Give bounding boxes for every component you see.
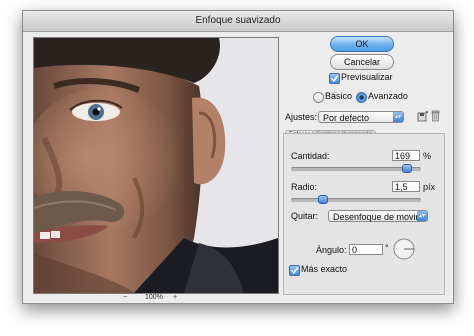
amount-unit: % xyxy=(423,151,432,161)
zoom-bar: − 100% + xyxy=(33,294,277,303)
chevron-updown-icon: ▴▾ xyxy=(393,112,403,122)
remove-value: Desenfoque de movim. xyxy=(333,212,426,222)
preview-checkbox[interactable] xyxy=(329,73,340,84)
preview-label: Previsualizar xyxy=(341,72,393,82)
angle-label: Ángulo: xyxy=(316,245,347,255)
mode-basic-radio[interactable] xyxy=(313,92,324,103)
amount-label: Cantidad: xyxy=(291,151,330,161)
save-preset-icon[interactable] xyxy=(417,111,429,122)
settings-label: Ajustes: xyxy=(285,112,318,122)
radius-slider-track[interactable] xyxy=(291,198,421,202)
trash-icon[interactable] xyxy=(431,110,440,122)
radius-slider-thumb[interactable] xyxy=(318,195,329,204)
remove-select[interactable]: Desenfoque de movim. ▴▾ xyxy=(328,210,428,222)
zoom-out-icon[interactable]: − xyxy=(123,294,127,301)
dial-icon[interactable] xyxy=(393,238,415,260)
radius-unit: píx xyxy=(423,182,436,192)
zoom-in-icon[interactable]: + xyxy=(173,294,177,301)
window-title: Enfoque suavizado xyxy=(23,11,453,32)
mode-advanced-label: Avanzado xyxy=(368,91,408,101)
chevron-updown-icon: ▴▾ xyxy=(417,211,427,221)
settings-value: Por defecto xyxy=(323,113,370,123)
zoom-level: 100% xyxy=(145,294,163,301)
more-accurate-label: Más exacto xyxy=(301,264,348,274)
remove-label: Quitar: xyxy=(291,211,319,221)
face-photo xyxy=(34,38,278,293)
more-accurate-checkbox[interactable] xyxy=(289,265,300,276)
settings-select[interactable]: Por defecto ▴▾ xyxy=(318,111,404,123)
radius-label: Radio: xyxy=(291,182,318,192)
angle-input[interactable]: 0 xyxy=(349,244,383,255)
angle-unit: ° xyxy=(385,243,389,253)
mode-basic-label: Básico xyxy=(325,91,353,101)
amount-input[interactable]: 169 xyxy=(392,150,420,161)
mode-advanced-radio[interactable] xyxy=(356,92,367,103)
smart-sharpen-dialog: Enfoque suavizado − 100% + OK Cancelar P… xyxy=(22,10,454,304)
ok-button[interactable]: OK xyxy=(330,36,394,52)
amount-slider-thumb[interactable] xyxy=(401,164,412,173)
checkmark-icon xyxy=(330,75,339,83)
preview-image[interactable] xyxy=(33,37,279,294)
cancel-button[interactable]: Cancelar xyxy=(330,54,394,70)
checkmark-icon xyxy=(290,267,299,275)
radius-input[interactable]: 1,5 xyxy=(392,181,420,192)
